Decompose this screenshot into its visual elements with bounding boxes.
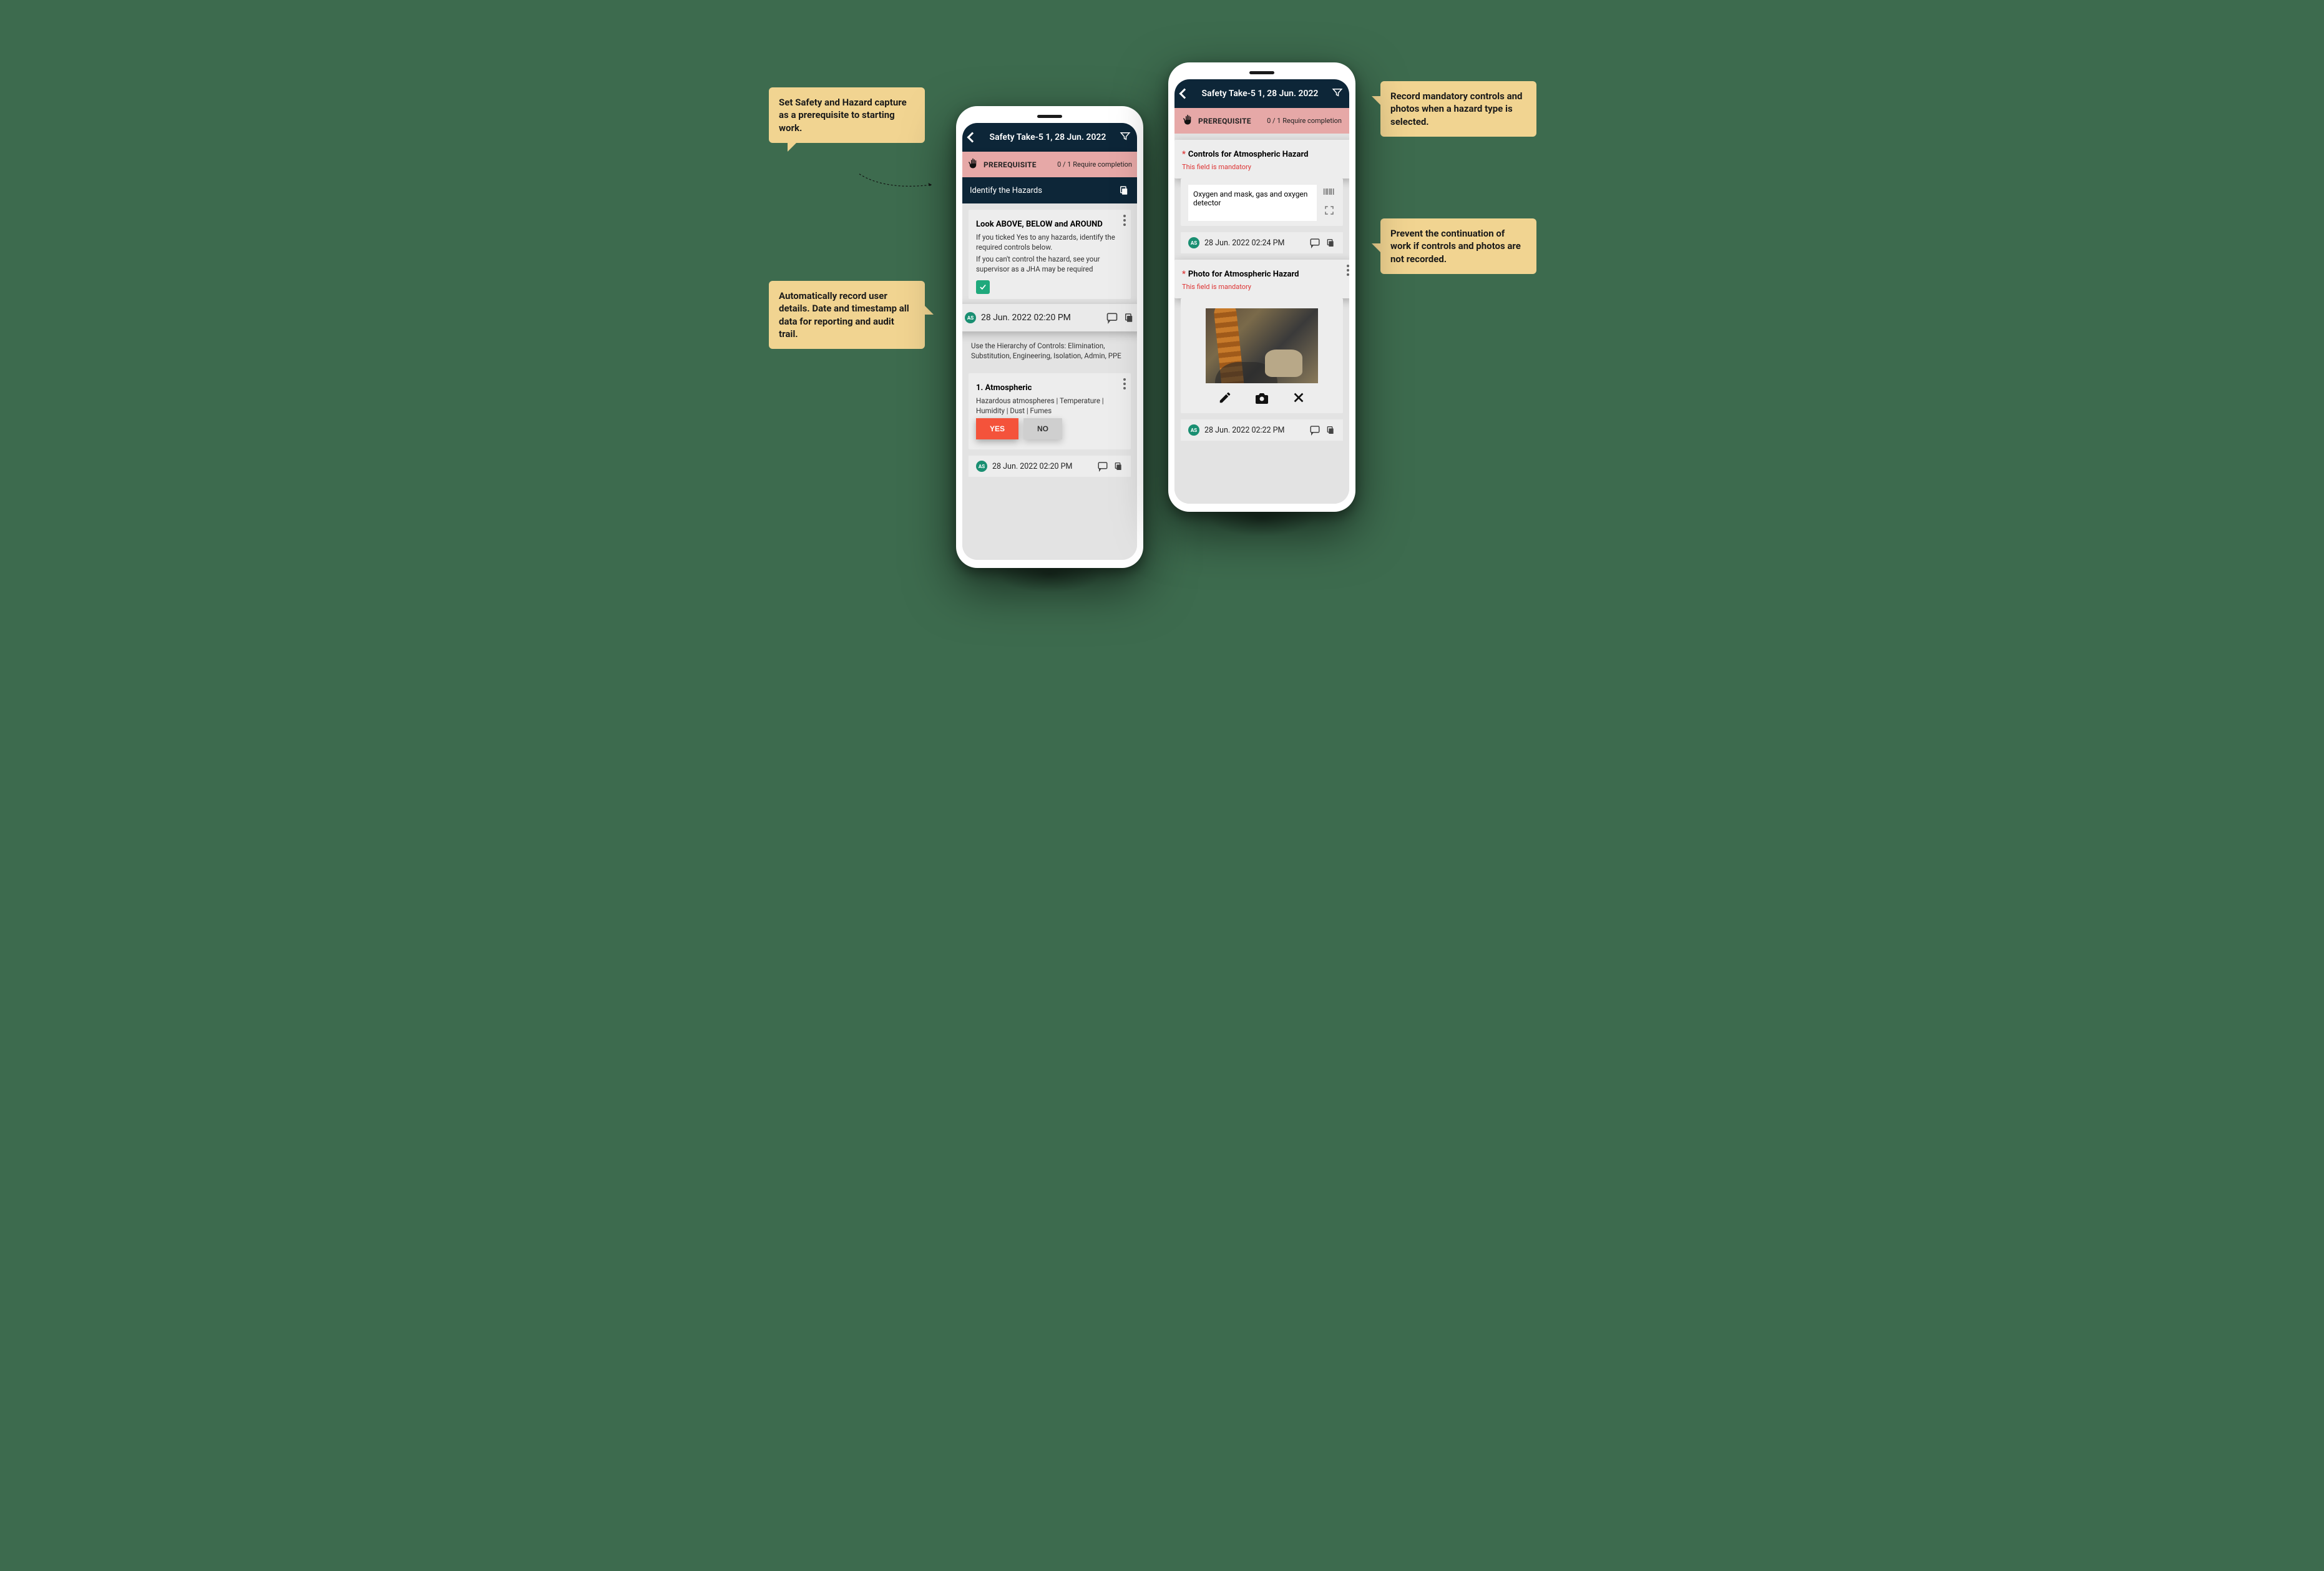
section-title: Identify the Hazards (970, 186, 1118, 195)
timestamp-row: AS 28 Jun. 2022 02:20 PM (962, 304, 1137, 331)
page-title: Safety Take-5 1, 28 Jun. 2022 (981, 132, 1115, 142)
timestamp-text: 28 Jun. 2022 02:22 PM (1204, 426, 1304, 435)
card-heading: 1. Atmospheric (976, 383, 1123, 393)
callout-prevent-continue: Prevent the continuation of work if cont… (1380, 218, 1536, 274)
comment-icon[interactable] (1309, 424, 1321, 436)
expand-icon[interactable] (1324, 205, 1335, 216)
barcode-icon[interactable] (1323, 187, 1335, 196)
copy-icon[interactable] (1326, 238, 1335, 248)
copy-icon[interactable] (1113, 461, 1123, 471)
phone-screen: Safety Take-5 1, 28 Jun. 2022 PREREQUISI… (962, 123, 1137, 560)
phone-mockup-left: Safety Take-5 1, 28 Jun. 2022 PREREQUISI… (956, 106, 1143, 568)
phone-mockup-right: Safety Take-5 1, 28 Jun. 2022 PREREQUISI… (1168, 62, 1355, 512)
prerequisite-banner: PREREQUISITE 0 / 1 Require completion (1174, 108, 1349, 134)
more-icon[interactable] (1347, 265, 1349, 276)
card-body: If you can't control the hazard, see you… (976, 255, 1123, 274)
timestamp-row: AS 28 Jun. 2022 02:22 PM (1181, 419, 1343, 441)
prerequisite-banner: PREREQUISITE 0 / 1 Require completion (962, 152, 1137, 177)
page-title: Safety Take-5 1, 28 Jun. 2022 (1193, 89, 1327, 99)
card-heading-text: Photo for Atmospheric Hazard (1188, 270, 1299, 279)
comment-icon[interactable] (1097, 461, 1108, 472)
phone-notch (1249, 71, 1274, 74)
copy-icon[interactable] (1123, 312, 1135, 323)
timestamp-row: AS 28 Jun. 2022 02:20 PM (969, 456, 1131, 477)
section-header: Identify the Hazards (962, 177, 1137, 203)
callout-tail (925, 306, 934, 315)
yes-button[interactable]: YES (976, 418, 1018, 439)
comment-icon[interactable] (1106, 311, 1118, 324)
avatar: AS (965, 312, 976, 323)
callout-text: Record mandatory controls and photos whe… (1390, 91, 1522, 127)
callout-tail (788, 143, 796, 152)
hand-stop-icon (1182, 114, 1193, 127)
dashed-arrow (844, 172, 950, 190)
phone-notch (1037, 115, 1062, 118)
callout-autorecord: Automatically record user details. Date … (769, 281, 925, 349)
callout-text: Prevent the continuation of work if cont… (1390, 228, 1521, 265)
prerequisite-count: 0 / 1 Require completion (1057, 160, 1132, 169)
timestamp-text: 28 Jun. 2022 02:24 PM (1204, 238, 1304, 248)
hazard-photo[interactable] (1206, 308, 1318, 383)
more-icon[interactable] (1123, 378, 1126, 389)
back-icon[interactable] (967, 132, 978, 143)
no-button[interactable]: NO (1023, 418, 1062, 439)
camera-icon[interactable] (1254, 391, 1269, 406)
yes-no-group: YES NO (969, 418, 1123, 444)
checkbox-checked[interactable] (976, 280, 990, 294)
prerequisite-label: PREREQUISITE (1198, 117, 1267, 125)
card-heading-text: Controls for Atmospheric Hazard (1188, 150, 1309, 159)
timestamp-text: 28 Jun. 2022 02:20 PM (981, 313, 1101, 323)
callout-tail (1372, 96, 1380, 105)
card-body: If you ticked Yes to any hazards, identi… (976, 233, 1123, 252)
avatar: AS (1188, 237, 1199, 248)
more-icon[interactable] (1123, 215, 1126, 226)
card-heading: Look ABOVE, BELOW and AROUND (976, 220, 1123, 229)
copy-icon[interactable] (1118, 185, 1130, 196)
card-controls-body: Oxygen and mask, gas and oxygen detector (1181, 179, 1343, 226)
card-look-around: Look ABOVE, BELOW and AROUND If you tick… (969, 210, 1131, 299)
titlebar: Safety Take-5 1, 28 Jun. 2022 (1174, 79, 1349, 108)
phone-shadow (1209, 499, 1315, 537)
callout-text: Set Safety and Hazard capture as a prere… (779, 97, 907, 134)
edit-icon[interactable] (1218, 391, 1232, 406)
card-photo-body (1181, 298, 1343, 413)
prerequisite-count: 0 / 1 Require completion (1267, 117, 1342, 125)
callout-record-controls: Record mandatory controls and photos whe… (1380, 81, 1536, 137)
filter-icon[interactable] (1332, 87, 1343, 100)
mandatory-label: This field is mandatory (1182, 283, 1347, 291)
filter-icon[interactable] (1120, 130, 1131, 144)
callout-prerequisite: Set Safety and Hazard capture as a prere… (769, 87, 925, 143)
prerequisite-label: PREREQUISITE (984, 160, 1057, 169)
card-heading: *Photo for Atmospheric Hazard (1182, 270, 1347, 279)
card-controls-atmospheric: *Controls for Atmospheric Hazard This fi… (1174, 140, 1349, 179)
avatar: AS (976, 461, 987, 472)
hand-stop-icon (967, 158, 979, 171)
callout-text: Automatically record user details. Date … (779, 290, 909, 340)
card-hazard-atmospheric: 1. Atmospheric Hazardous atmospheres | T… (969, 373, 1131, 449)
back-icon[interactable] (1179, 89, 1190, 99)
delete-icon[interactable] (1292, 391, 1306, 406)
mandatory-label: This field is mandatory (1182, 163, 1347, 171)
callout-tail (1372, 243, 1380, 252)
avatar: AS (1188, 424, 1199, 436)
card-photo-atmospheric: *Photo for Atmospheric Hazard This field… (1174, 260, 1349, 298)
phone-screen: Safety Take-5 1, 28 Jun. 2022 PREREQUISI… (1174, 79, 1349, 504)
titlebar: Safety Take-5 1, 28 Jun. 2022 (962, 123, 1137, 152)
controls-textarea[interactable]: Oxygen and mask, gas and oxygen detector (1188, 185, 1317, 221)
timestamp-row: AS 28 Jun. 2022 02:24 PM (1181, 232, 1343, 253)
card-body: Hazardous atmospheres | Temperature | Hu… (976, 396, 1123, 416)
card-heading: *Controls for Atmospheric Hazard (1182, 150, 1347, 159)
hierarchy-hint: Use the Hierarchy of Controls: Eliminati… (962, 338, 1137, 367)
copy-icon[interactable] (1326, 425, 1335, 435)
phone-shadow (997, 555, 1103, 593)
comment-icon[interactable] (1309, 237, 1321, 248)
timestamp-text: 28 Jun. 2022 02:20 PM (992, 462, 1092, 471)
